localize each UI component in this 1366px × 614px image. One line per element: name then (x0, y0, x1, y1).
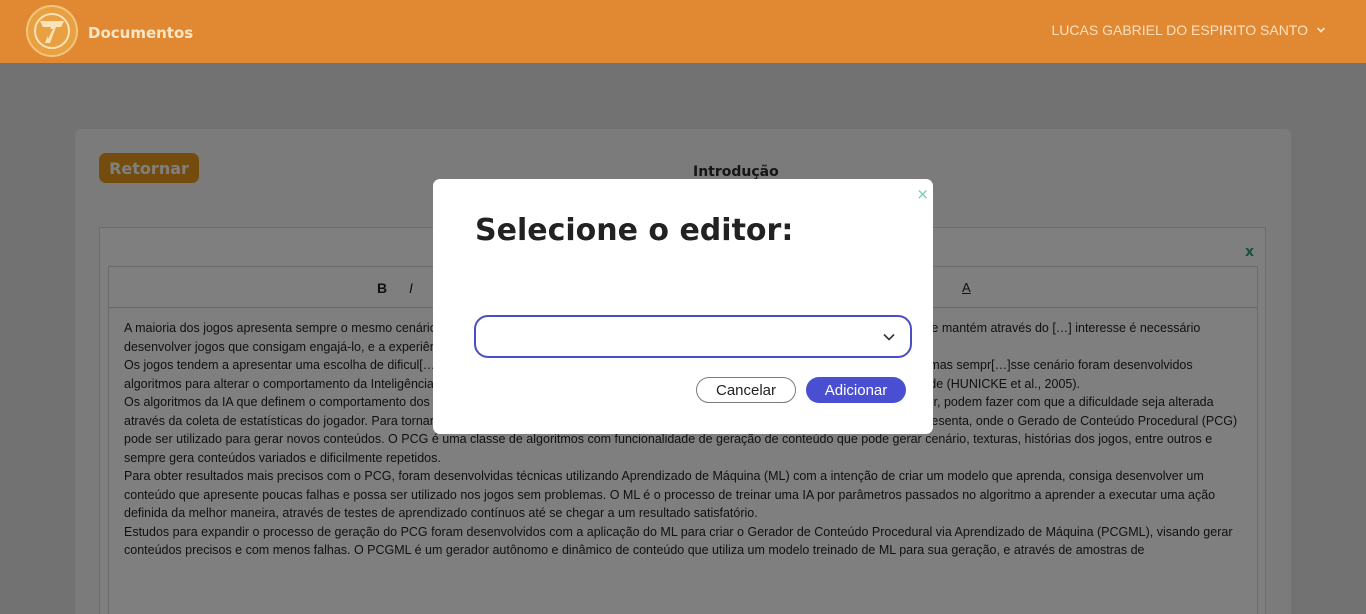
user-menu[interactable]: LUCAS GABRIEL DO ESPIRITO SANTO (1052, 22, 1326, 38)
logo-icon[interactable] (26, 5, 78, 57)
modal-title: Selecione o editor: (475, 213, 794, 248)
user-name: LUCAS GABRIEL DO ESPIRITO SANTO (1051, 22, 1308, 38)
chevron-down-icon (1316, 27, 1326, 33)
close-icon[interactable]: × (916, 185, 929, 203)
chevron-down-icon (883, 333, 895, 341)
cancel-button[interactable]: Cancelar (696, 377, 796, 403)
editor-select[interactable] (474, 315, 912, 358)
top-navbar: Documentos LUCAS GABRIEL DO ESPIRITO SAN… (0, 0, 1366, 63)
app-title[interactable]: Documentos (88, 24, 193, 42)
add-button[interactable]: Adicionar (806, 377, 906, 403)
select-editor-modal: × Selecione o editor: Cancelar Adicionar (433, 179, 933, 434)
